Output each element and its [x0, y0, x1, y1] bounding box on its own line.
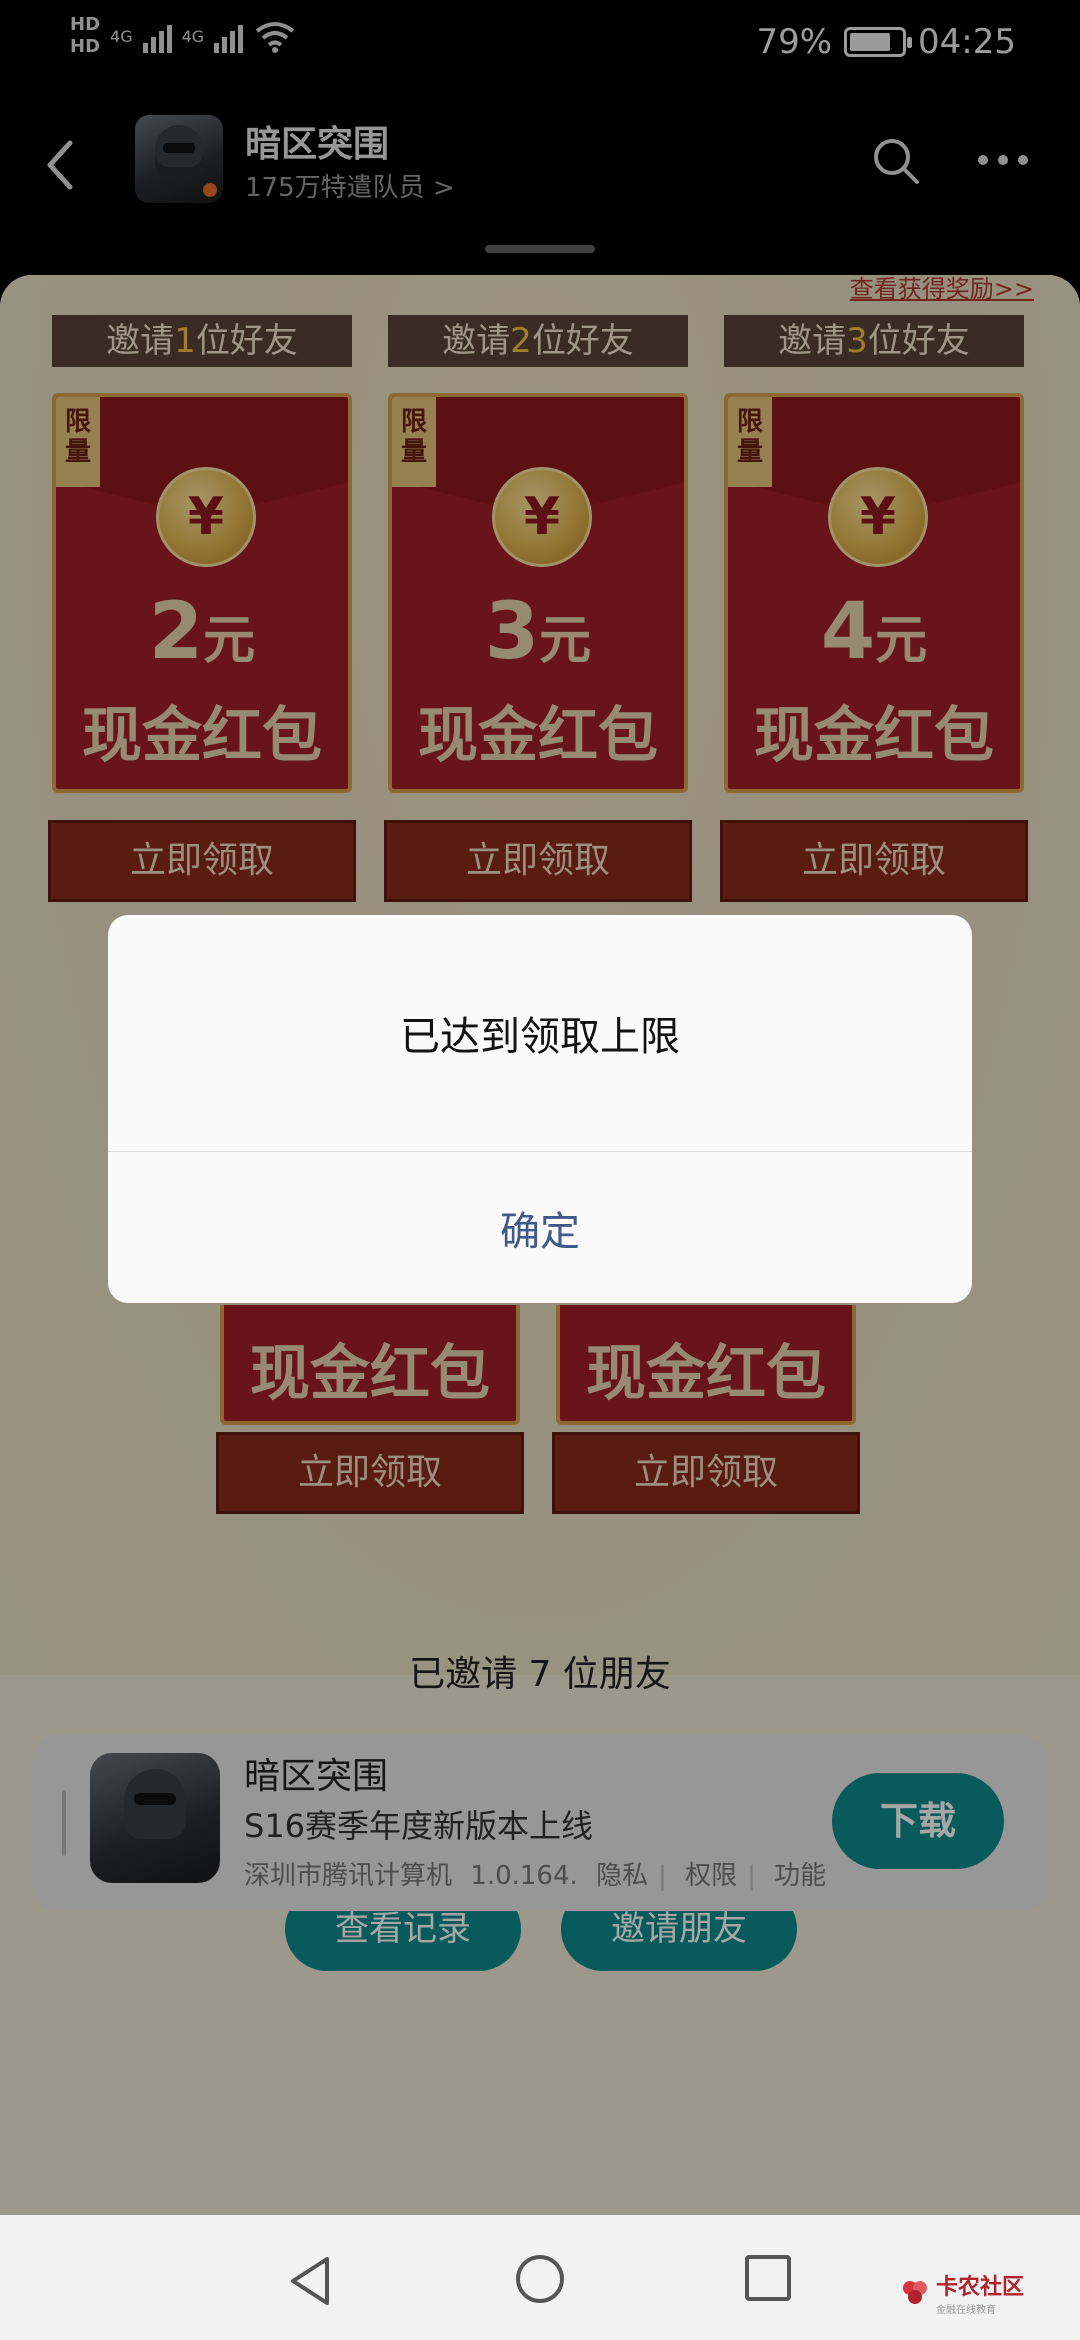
limit-reached-dialog: 已达到领取上限 确定	[108, 915, 972, 1303]
dialog-message: 已达到领取上限	[400, 1014, 680, 1060]
watermark-name: 卡农社区	[936, 2275, 1025, 2300]
nav-back-icon[interactable]	[285, 2253, 335, 2309]
confirm-button[interactable]: 确定	[108, 1152, 972, 1303]
nav-home-icon[interactable]	[514, 2253, 566, 2305]
watermark-text: 卡农社区 金融在线教育	[936, 2269, 1024, 2316]
watermark: 卡农社区 金融在线教育	[900, 2269, 1024, 2316]
watermark-tagline: 金融在线教育	[936, 2305, 996, 2316]
system-navigation-bar: 卡农社区 金融在线教育	[0, 2215, 1080, 2340]
watermark-logo-icon	[903, 2280, 927, 2304]
nav-recent-apps-icon[interactable]	[745, 2255, 791, 2301]
